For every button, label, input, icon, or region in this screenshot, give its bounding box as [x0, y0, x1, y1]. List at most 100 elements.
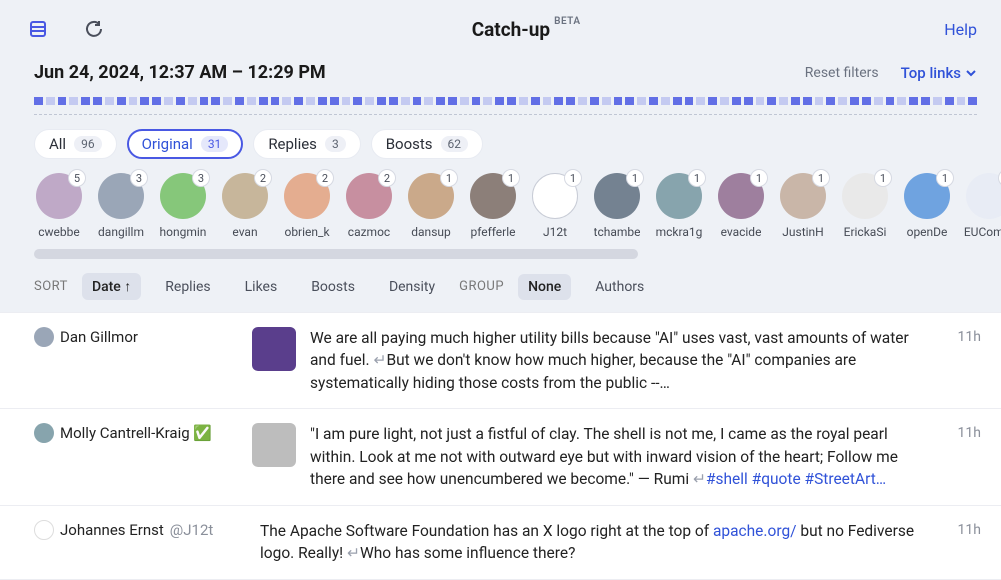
author-username: obrien_k: [284, 225, 329, 239]
activity-timeline[interactable]: [34, 93, 977, 115]
author-handle: @J12t: [170, 521, 214, 539]
group-authors[interactable]: Authors: [585, 274, 654, 300]
filter-boosts-label: Boosts: [386, 135, 433, 153]
filter-replies-label: Replies: [268, 135, 317, 153]
reset-filters[interactable]: Reset filters: [805, 65, 879, 81]
list-icon[interactable]: [24, 15, 52, 43]
author-filter[interactable]: 2evan: [220, 173, 270, 239]
post-time: 11h: [933, 327, 981, 345]
avatar: [34, 520, 54, 540]
filter-original[interactable]: Original 31: [127, 129, 244, 159]
filter-bar: All 96 Original 31 Replies 3 Boosts 62: [0, 123, 1001, 169]
group-none[interactable]: None: [518, 274, 571, 300]
post-link[interactable]: apache.org/: [713, 522, 797, 540]
post-count-badge: 2: [254, 169, 272, 187]
post-row[interactable]: Dan Gillmor We are all paying much highe…: [0, 313, 1001, 409]
author-filter[interactable]: 1pfefferle: [468, 173, 518, 239]
author-username: J12t: [543, 225, 567, 239]
help-link[interactable]: Help: [944, 20, 977, 39]
filter-replies[interactable]: Replies 3: [253, 129, 360, 159]
refresh-icon[interactable]: [80, 15, 108, 43]
post-count-badge: 2: [378, 169, 396, 187]
author-filter[interactable]: 1dansup: [406, 173, 456, 239]
chevron-down-icon: [965, 67, 977, 79]
author-name: Johannes Ernst: [60, 521, 164, 539]
author-username: EUComm: [964, 225, 1001, 239]
sort-replies[interactable]: Replies: [155, 274, 220, 300]
authors-row: 5cwebbe3dangillm3hongmin2evan2obrien_k2c…: [0, 169, 1001, 245]
scrollbar-thumb[interactable]: [34, 249, 638, 259]
post-row[interactable]: Johannes Ernst @J12t The Apache Software…: [0, 506, 1001, 580]
avatar: [966, 173, 1001, 219]
feed: Dan Gillmor We are all paying much highe…: [0, 312, 1001, 580]
author-filter[interactable]: 1JustinH: [778, 173, 828, 239]
filter-original-count: 31: [201, 136, 229, 152]
top-bar: Catch-up BETA Help: [0, 0, 1001, 56]
post-count-badge: 1: [750, 169, 768, 187]
post-row[interactable]: Molly Cantrell-Kraig ✅ "I am pure light,…: [0, 409, 1001, 505]
sort-date[interactable]: Date ↑: [82, 273, 141, 300]
author-filter[interactable]: 1tchambe: [592, 173, 642, 239]
return-icon: ↵: [373, 351, 386, 369]
post-count-badge: 1: [440, 169, 458, 187]
author-name: Dan Gillmor: [60, 328, 138, 346]
post-author[interactable]: Dan Gillmor: [34, 327, 244, 347]
top-links-label: Top links: [901, 64, 961, 82]
author-filter[interactable]: 3hongmin: [158, 173, 208, 239]
author-filter[interactable]: 5cwebbe: [34, 173, 84, 239]
author-filter[interactable]: 1EUComm: [964, 173, 1001, 239]
filter-boosts-count: 62: [441, 136, 469, 152]
author-filter[interactable]: 1ErickaSi: [840, 173, 890, 239]
post-text: We are all paying much higher utility bi…: [310, 327, 925, 394]
avatar: [34, 423, 54, 443]
top-links-dropdown[interactable]: Top links: [901, 64, 977, 82]
sort-likes[interactable]: Likes: [235, 274, 288, 300]
author-username: evacide: [721, 225, 762, 239]
post-author[interactable]: Molly Cantrell-Kraig ✅: [34, 423, 244, 443]
author-name: Molly Cantrell-Kraig ✅: [60, 424, 212, 442]
filter-all-count: 96: [74, 136, 102, 152]
avatar: [34, 327, 54, 347]
filter-all-label: All: [49, 135, 66, 153]
filter-original-label: Original: [142, 135, 193, 153]
post-count-badge: 1: [936, 169, 954, 187]
author-username: hongmin: [160, 225, 207, 239]
filter-boosts[interactable]: Boosts 62: [371, 129, 483, 159]
author-filter[interactable]: 2cazmoc: [344, 173, 394, 239]
author-username: evan: [232, 225, 257, 239]
post-count-badge: 3: [130, 169, 148, 187]
post-thumbnail[interactable]: [252, 423, 296, 467]
sort-label: SORT: [34, 279, 68, 294]
author-username: tchambe: [594, 225, 641, 239]
author-username: dangillm: [98, 225, 144, 239]
author-filter[interactable]: 1J12t: [530, 173, 580, 239]
author-filter[interactable]: 1mckra1g: [654, 173, 704, 239]
author-username: pfefferle: [470, 225, 515, 239]
filter-replies-count: 3: [325, 136, 346, 152]
author-filter[interactable]: 3dangillm: [96, 173, 146, 239]
post-count-badge: 1: [688, 169, 706, 187]
date-range: Jun 24, 2024, 12:37 AM – 12:29 PM: [34, 62, 326, 83]
author-filter[interactable]: 2obrien_k: [282, 173, 332, 239]
page-title-wrap: Catch-up BETA: [472, 18, 581, 41]
author-filter[interactable]: 1openDe: [902, 173, 952, 239]
post-thumbnail[interactable]: [252, 327, 296, 371]
post-author[interactable]: Johannes Ernst @J12t: [34, 520, 244, 540]
author-filter[interactable]: 1evacide: [716, 173, 766, 239]
author-username: JustinH: [782, 225, 823, 239]
filter-all[interactable]: All 96: [34, 129, 117, 159]
sort-bar: SORT Date ↑ Replies Likes Boosts Density…: [0, 259, 1001, 312]
author-username: dansup: [411, 225, 450, 239]
sub-bar-right: Reset filters Top links: [805, 64, 977, 82]
top-bar-left: [24, 15, 108, 43]
page-title: Catch-up: [472, 18, 550, 41]
post-count-badge: 1: [502, 169, 520, 187]
post-count-badge: 1: [812, 169, 830, 187]
post-count-badge: 1: [874, 169, 892, 187]
authors-scrollbar[interactable]: [34, 249, 977, 259]
sort-density[interactable]: Density: [379, 274, 445, 300]
post-time: 11h: [933, 520, 981, 538]
hashtags[interactable]: #shell #quote #StreetArt…: [706, 470, 886, 488]
post-time: 11h: [933, 423, 981, 441]
sort-boosts[interactable]: Boosts: [301, 274, 365, 300]
